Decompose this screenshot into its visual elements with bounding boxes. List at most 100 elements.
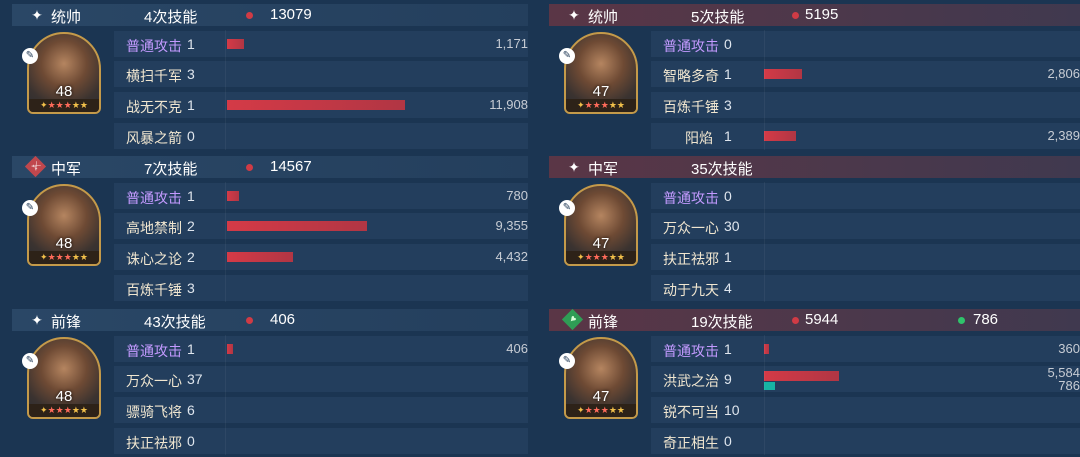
skill-name: 万众一心 [126, 373, 182, 389]
skill-name: 横扫千军 [126, 68, 182, 84]
skill-row[interactable]: 阳焰 1 2,389 [651, 122, 1080, 150]
left-team-panel: ✦ 统帅 4次技能 13079 48 ✦★★★★★ ✎ 普通攻击 1 1,171 横扫千军 3 战无不克… [12, 0, 528, 457]
skill-row[interactable]: 锐不可当 10 [651, 396, 1080, 424]
pen-icon: ✎ [22, 200, 38, 216]
hero-portrait[interactable]: 47 ✦★★★★★ [564, 337, 638, 419]
skill-name: 百炼千锤 [663, 99, 719, 115]
hero-level: 47 [592, 235, 610, 252]
skill-row[interactable]: 风暴之箭 0 [114, 122, 528, 150]
skill-name: 普通攻击 [663, 190, 719, 206]
damage-bar [764, 69, 802, 79]
skill-row[interactable]: 骠骑飞将 6 [114, 396, 528, 424]
skill-name: 普通攻击 [126, 343, 182, 359]
skill-row[interactable]: 普通攻击 1 780 [114, 182, 528, 210]
damage-value: 11,908 [489, 97, 528, 112]
skill-name: 百炼千锤 [126, 282, 182, 298]
skill-use-count: 0 [724, 433, 732, 449]
skill-row[interactable]: 百炼千锤 3 [114, 274, 528, 302]
skill-name: 锐不可当 [663, 404, 719, 420]
role-label: 统帅 [51, 9, 82, 26]
skill-row[interactable]: 高地禁制 2 9,355 [114, 212, 528, 240]
damage-total: 5195 [805, 6, 839, 23]
sparkle-icon: ✦ [568, 159, 580, 175]
skill-row[interactable]: 扶正祛邪 0 [114, 427, 528, 455]
hero-level: 48 [55, 235, 73, 252]
skill-row[interactable]: 横扫千军 3 [114, 60, 528, 88]
damage-bar [764, 371, 840, 381]
skill-row[interactable]: 百炼千锤 3 [651, 91, 1080, 119]
skill-name: 洪武之治 [663, 373, 719, 389]
skill-use-count: 1 [724, 249, 732, 265]
damage-total: 5944 [805, 311, 839, 328]
skill-use-count: 0 [724, 188, 732, 204]
skill-row[interactable]: 万众一心 30 [651, 212, 1080, 240]
hero-section[interactable]: ♥ 前锋 19次技能 5944 786 47 ✦★★★★★ ✎ 普通攻击 1 360 洪武之治 9 5,5… [549, 305, 1080, 457]
skill-use-count: 30 [724, 218, 740, 234]
skill-use-count: 1 [724, 66, 732, 82]
skill-name: 扶正祛邪 [663, 251, 719, 267]
pen-icon: ✎ [22, 353, 38, 369]
skill-use-count: 2 [187, 218, 195, 234]
section-header: ⚔ 中军 7次技能 14567 [12, 155, 528, 178]
skill-row[interactable]: 扶正祛邪 1 [651, 243, 1080, 271]
section-header: ✦ 中军 35次技能 [549, 156, 1080, 178]
damage-dot [792, 12, 799, 19]
hero-section[interactable]: ✦ 统帅 4次技能 13079 48 ✦★★★★★ ✎ 普通攻击 1 1,171 横扫千军 3 战无不克… [12, 0, 528, 152]
sword-icon: ⚔ [24, 155, 47, 178]
pen-icon: ✎ [559, 353, 575, 369]
skill-name: 奇正相生 [663, 435, 719, 451]
hero-portrait[interactable]: 47 ✦★★★★★ [564, 32, 638, 114]
role-label: 前锋 [51, 314, 82, 331]
skill-row[interactable]: 诛心之论 2 4,432 [114, 243, 528, 271]
column-divider [225, 335, 226, 455]
skill-use-count: 6 [187, 402, 195, 418]
hero-section[interactable]: ✦ 前锋 43次技能 406 48 ✦★★★★★ ✎ 普通攻击 1 406 万众一心 37 骠骑飞将 6 扶… [12, 305, 528, 457]
skill-name: 普通攻击 [126, 190, 182, 206]
hero-portrait[interactable]: 48 ✦★★★★★ [27, 184, 101, 266]
hero-portrait[interactable]: 48 ✦★★★★★ [27, 337, 101, 419]
hero-section[interactable]: ✦ 统帅 5次技能 5195 47 ✦★★★★★ ✎ 普通攻击 0 智略多奇 1 2,806 百炼千锤 3… [549, 0, 1080, 152]
hero-level: 48 [55, 388, 73, 405]
skill-row[interactable]: 普通攻击 1 1,171 [114, 30, 528, 58]
skill-row[interactable]: 普通攻击 0 [651, 30, 1080, 58]
damage-value: 9,355 [495, 218, 528, 233]
hero-level: 47 [592, 388, 610, 405]
section-header: ♥ 前锋 19次技能 5944 786 [549, 308, 1080, 331]
skill-count: 4次技能 [144, 9, 198, 26]
heal-total: 786 [973, 311, 999, 328]
hero-portrait[interactable]: 47 ✦★★★★★ [564, 184, 638, 266]
heal-value: 786 [1058, 378, 1080, 393]
pen-icon: ✎ [559, 200, 575, 216]
hero-section[interactable]: ⚔ 中军 7次技能 14567 48 ✦★★★★★ ✎ 普通攻击 1 780 高地禁制 2 9,355 诛… [12, 152, 528, 304]
skill-name: 普通攻击 [663, 38, 719, 54]
skill-row[interactable]: 洪武之治 9 5,584 786 [651, 365, 1080, 393]
skill-row[interactable]: 智略多奇 1 2,806 [651, 60, 1080, 88]
skill-use-count: 0 [187, 128, 195, 144]
skill-row[interactable]: 动于九天 4 [651, 274, 1080, 302]
skill-row[interactable]: 普通攻击 1 406 [114, 335, 528, 363]
damage-total: 13079 [270, 6, 312, 23]
hero-section[interactable]: ✦ 中军 35次技能 47 ✦★★★★★ ✎ 普通攻击 0 万众一心 30 扶正祛邪 1 动于九天 4 [549, 152, 1080, 304]
skill-name: 智略多奇 [663, 68, 719, 84]
skill-row[interactable]: 万众一心 37 [114, 365, 528, 393]
skill-use-count: 3 [187, 280, 195, 296]
skill-row[interactable]: 战无不克 1 11,908 [114, 91, 528, 119]
damage-bar [227, 344, 234, 354]
heart-icon: ♥ [561, 308, 584, 331]
skill-use-count: 37 [187, 371, 203, 387]
skill-name: 高地禁制 [126, 220, 182, 236]
sparkle-icon: ✦ [568, 7, 580, 23]
damage-dot [246, 12, 253, 19]
hero-portrait[interactable]: 48 ✦★★★★★ [27, 32, 101, 114]
skill-name: 战无不克 [126, 99, 182, 115]
skill-use-count: 1 [187, 341, 195, 357]
star-rating: ✦★★★★★ [29, 404, 99, 417]
skill-name: 风暴之箭 [126, 130, 182, 146]
skill-name: 骠骑飞将 [126, 404, 182, 420]
damage-value: 2,389 [1047, 128, 1080, 143]
skill-row[interactable]: 奇正相生 0 [651, 427, 1080, 455]
role-label: 中军 [51, 161, 82, 178]
skill-count: 19次技能 [691, 314, 753, 331]
skill-row[interactable]: 普通攻击 1 360 [651, 335, 1080, 363]
skill-row[interactable]: 普通攻击 0 [651, 182, 1080, 210]
